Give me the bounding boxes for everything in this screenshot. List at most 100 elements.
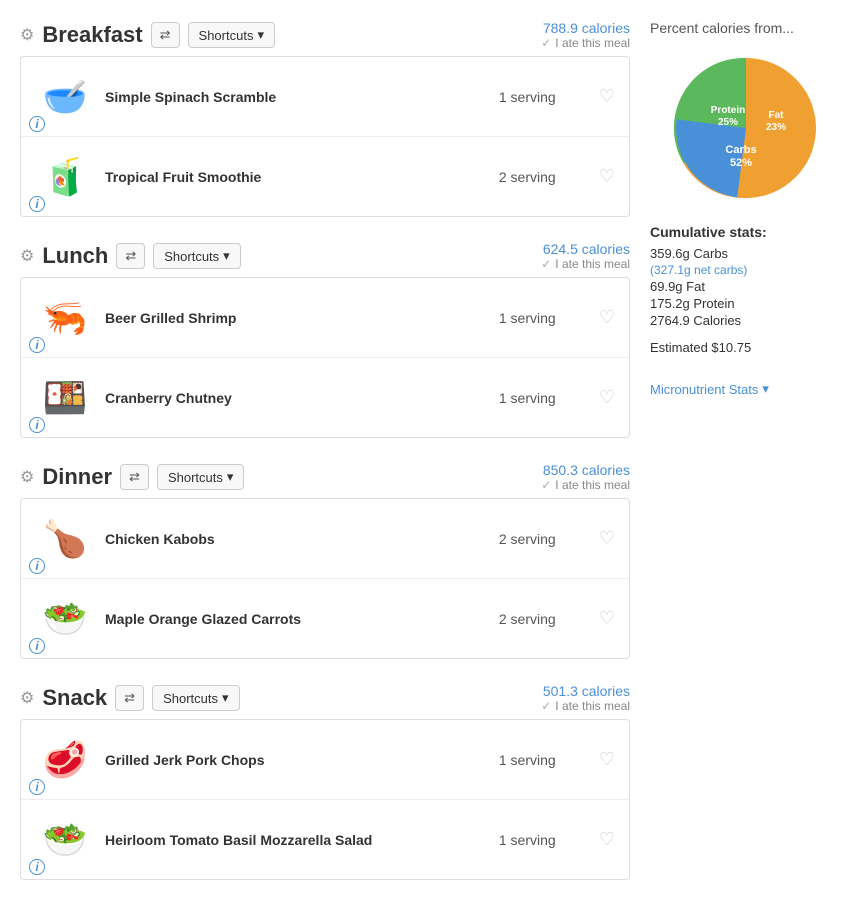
- item-info-breakfast-0: Simple Spinach Scramble: [95, 89, 499, 105]
- meal-header-left-snack: ⚙ Snack ⇄ Shortcuts ▾: [20, 685, 240, 711]
- meal-title-snack: Snack: [42, 685, 107, 711]
- shortcuts-arrow-snack: ▾: [222, 690, 229, 706]
- item-name-snack-1: Heirloom Tomato Basil Mozzarella Salad: [105, 832, 372, 848]
- meal-header-snack: ⚙ Snack ⇄ Shortcuts ▾ 501.3 calories ✓ I…: [20, 683, 630, 713]
- meal-header-right-breakfast: 788.9 calories ✓ I ate this meal: [541, 20, 630, 50]
- calories-link-breakfast[interactable]: 788.9 calories: [543, 20, 630, 36]
- swap-button-breakfast[interactable]: ⇄: [151, 22, 180, 48]
- shortcuts-button-lunch[interactable]: Shortcuts ▾: [153, 243, 240, 269]
- info-icon-dinner-0[interactable]: i: [29, 558, 45, 574]
- meal-lunch: ⚙ Lunch ⇄ Shortcuts ▾ 624.5 calories ✓ I…: [20, 241, 630, 438]
- meal-header-right-lunch: 624.5 calories ✓ I ate this meal: [541, 241, 630, 271]
- item-serving-dinner-0: 2 serving: [499, 531, 599, 547]
- calories-stat: 2764.9 Calories: [650, 313, 841, 328]
- meal-item-snack-0: 🥩 Grilled Jerk Pork Chops 1 serving ♡ i: [21, 720, 629, 800]
- item-serving-snack-0: 1 serving: [499, 752, 599, 768]
- svg-text:25%: 25%: [717, 117, 737, 128]
- net-carbs-stat: (327.1g net carbs): [650, 263, 841, 277]
- svg-text:Fat: Fat: [768, 110, 784, 121]
- item-serving-lunch-1: 1 serving: [499, 390, 599, 406]
- check-icon-snack: ✓: [541, 699, 551, 713]
- item-info-lunch-1: Cranberry Chutney: [95, 390, 499, 406]
- meal-header-left-dinner: ⚙ Dinner ⇄ Shortcuts ▾: [20, 464, 244, 490]
- gear-icon-snack[interactable]: ⚙: [20, 688, 34, 708]
- info-icon-snack-0[interactable]: i: [29, 779, 45, 795]
- svg-text:Carbs: Carbs: [725, 144, 756, 156]
- ate-label-lunch: I ate this meal: [555, 257, 630, 271]
- svg-text:52%: 52%: [729, 157, 751, 169]
- swap-button-dinner[interactable]: ⇄: [120, 464, 149, 490]
- cumulative-stats: Cumulative stats: 359.6g Carbs (327.1g n…: [650, 224, 841, 328]
- meal-header-left-lunch: ⚙ Lunch ⇄ Shortcuts ▾: [20, 243, 241, 269]
- shortcuts-button-snack[interactable]: Shortcuts ▾: [152, 685, 239, 711]
- calories-link-dinner[interactable]: 850.3 calories: [543, 462, 630, 478]
- info-icon-dinner-1[interactable]: i: [29, 638, 45, 654]
- ate-meal-dinner[interactable]: ✓ I ate this meal: [541, 478, 630, 492]
- food-icon-lunch-0: 🦐: [35, 290, 95, 345]
- meal-header-lunch: ⚙ Lunch ⇄ Shortcuts ▾ 624.5 calories ✓ I…: [20, 241, 630, 271]
- ate-label-snack: I ate this meal: [555, 699, 630, 713]
- gear-icon-dinner[interactable]: ⚙: [20, 467, 34, 487]
- favorite-button-snack-0[interactable]: ♡: [599, 749, 615, 770]
- favorite-button-dinner-1[interactable]: ♡: [599, 608, 615, 629]
- meal-breakfast: ⚙ Breakfast ⇄ Shortcuts ▾ 788.9 calories…: [20, 20, 630, 217]
- meal-snack: ⚙ Snack ⇄ Shortcuts ▾ 501.3 calories ✓ I…: [20, 683, 630, 880]
- shortcuts-arrow-lunch: ▾: [223, 248, 230, 264]
- meal-items-dinner: 🍗 Chicken Kabobs 2 serving ♡ i 🥗 Maple O…: [20, 498, 630, 659]
- food-icon-breakfast-1: 🧃: [35, 149, 95, 204]
- item-serving-breakfast-0: 1 serving: [499, 89, 599, 105]
- meal-header-right-snack: 501.3 calories ✓ I ate this meal: [541, 683, 630, 713]
- info-icon-lunch-0[interactable]: i: [29, 337, 45, 353]
- favorite-button-lunch-0[interactable]: ♡: [599, 307, 615, 328]
- favorite-button-snack-1[interactable]: ♡: [599, 829, 615, 850]
- shortcuts-button-dinner[interactable]: Shortcuts ▾: [157, 464, 244, 490]
- gear-icon-lunch[interactable]: ⚙: [20, 246, 34, 266]
- swap-button-snack[interactable]: ⇄: [115, 685, 144, 711]
- svg-text:Protein: Protein: [710, 105, 744, 116]
- meal-header-left-breakfast: ⚙ Breakfast ⇄ Shortcuts ▾: [20, 22, 275, 48]
- favorite-button-dinner-0[interactable]: ♡: [599, 528, 615, 549]
- item-info-dinner-0: Chicken Kabobs: [95, 531, 499, 547]
- pie-chart-container: Carbs 52% Protein 25% Fat 23%: [650, 48, 841, 208]
- item-info-lunch-0: Beer Grilled Shrimp: [95, 310, 499, 326]
- info-icon-lunch-1[interactable]: i: [29, 417, 45, 433]
- fat-stat: 69.9g Fat: [650, 279, 841, 294]
- dropdown-arrow-icon: ▾: [762, 381, 769, 397]
- favorite-button-breakfast-1[interactable]: ♡: [599, 166, 615, 187]
- calories-link-lunch[interactable]: 624.5 calories: [543, 241, 630, 257]
- meal-dinner: ⚙ Dinner ⇄ Shortcuts ▾ 850.3 calories ✓ …: [20, 462, 630, 659]
- gear-icon-breakfast[interactable]: ⚙: [20, 25, 34, 45]
- meal-items-breakfast: 🥣 Simple Spinach Scramble 1 serving ♡ i …: [20, 56, 630, 217]
- meal-header-dinner: ⚙ Dinner ⇄ Shortcuts ▾ 850.3 calories ✓ …: [20, 462, 630, 492]
- carbs-stat: 359.6g Carbs: [650, 246, 841, 261]
- food-icon-dinner-0: 🍗: [35, 511, 95, 566]
- item-name-breakfast-1: Tropical Fruit Smoothie: [105, 169, 261, 185]
- ate-meal-lunch[interactable]: ✓ I ate this meal: [541, 257, 630, 271]
- favorite-button-breakfast-0[interactable]: ♡: [599, 86, 615, 107]
- ate-label-dinner: I ate this meal: [555, 478, 630, 492]
- cumulative-title: Cumulative stats:: [650, 224, 841, 240]
- food-icon-snack-1: 🥗: [35, 812, 95, 867]
- meal-item-dinner-1: 🥗 Maple Orange Glazed Carrots 2 serving …: [21, 579, 629, 658]
- pie-chart-title: Percent calories from...: [650, 20, 841, 36]
- shortcuts-button-breakfast[interactable]: Shortcuts ▾: [188, 22, 275, 48]
- item-info-breakfast-1: Tropical Fruit Smoothie: [95, 169, 499, 185]
- item-info-snack-1: Heirloom Tomato Basil Mozzarella Salad: [95, 832, 499, 848]
- calories-link-snack[interactable]: 501.3 calories: [543, 683, 630, 699]
- meal-title-lunch: Lunch: [42, 243, 108, 269]
- food-icon-snack-0: 🥩: [35, 732, 95, 787]
- ate-meal-snack[interactable]: ✓ I ate this meal: [541, 699, 630, 713]
- ate-meal-breakfast[interactable]: ✓ I ate this meal: [541, 36, 630, 50]
- meal-header-breakfast: ⚙ Breakfast ⇄ Shortcuts ▾ 788.9 calories…: [20, 20, 630, 50]
- meal-item-lunch-1: 🍱 Cranberry Chutney 1 serving ♡ i: [21, 358, 629, 437]
- item-name-breakfast-0: Simple Spinach Scramble: [105, 89, 276, 105]
- info-icon-breakfast-1[interactable]: i: [29, 196, 45, 212]
- favorite-button-lunch-1[interactable]: ♡: [599, 387, 615, 408]
- info-icon-breakfast-0[interactable]: i: [29, 116, 45, 132]
- pie-chart: Carbs 52% Protein 25% Fat 23%: [666, 48, 826, 208]
- food-icon-breakfast-0: 🥣: [35, 69, 95, 124]
- micronutrient-link[interactable]: Micronutrient Stats ▾: [650, 381, 769, 397]
- swap-button-lunch[interactable]: ⇄: [116, 243, 145, 269]
- item-name-dinner-0: Chicken Kabobs: [105, 531, 215, 547]
- stats-panel: Percent calories from...: [630, 20, 841, 904]
